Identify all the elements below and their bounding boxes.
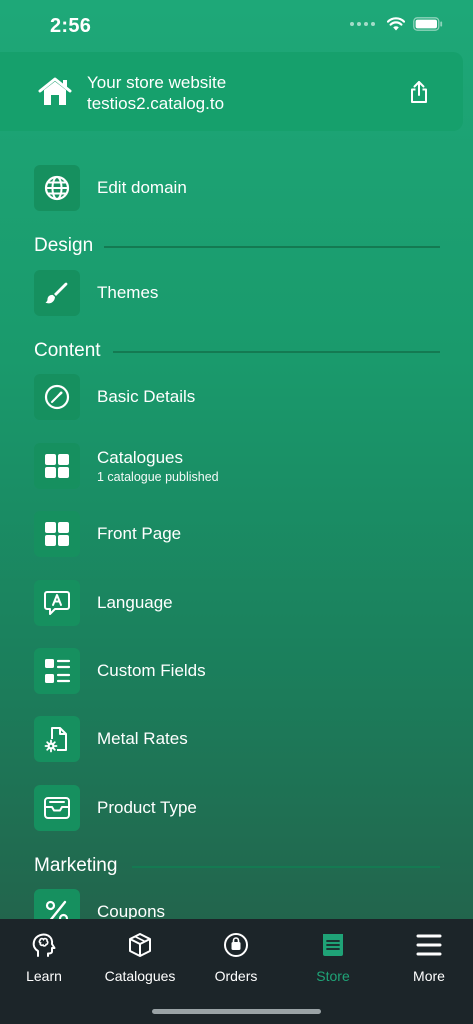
menu-icon bbox=[384, 931, 473, 959]
section-title: Marketing bbox=[34, 855, 118, 876]
menu-item-basic-details[interactable]: Basic Details bbox=[34, 374, 440, 420]
tab-label: Orders bbox=[214, 968, 258, 984]
status-time: 2:56 bbox=[50, 15, 92, 37]
tab-orders[interactable]: Orders bbox=[191, 931, 281, 984]
box-icon bbox=[95, 931, 185, 959]
file-gear-icon bbox=[34, 716, 80, 762]
section-header-marketing: Marketing bbox=[34, 854, 440, 878]
menu-item-edit-domain[interactable]: Edit domain bbox=[34, 165, 440, 211]
section-divider bbox=[104, 246, 440, 248]
menu-item-metal-rates[interactable]: Metal Rates bbox=[34, 716, 440, 762]
section-title: Content bbox=[34, 340, 101, 361]
status-bar: 2:56 bbox=[0, 0, 473, 52]
battery-icon bbox=[413, 17, 443, 31]
bag-icon bbox=[191, 931, 281, 959]
menu-item-title: Basic Details bbox=[97, 387, 196, 406]
tab-label: Catalogues bbox=[104, 968, 176, 984]
share-icon[interactable] bbox=[409, 80, 429, 104]
menu-item-themes[interactable]: Themes bbox=[34, 270, 440, 316]
section-divider bbox=[113, 351, 440, 353]
menu-item-catalogues[interactable]: Catalogues 1 catalogue published bbox=[34, 443, 440, 489]
brain-icon bbox=[0, 931, 89, 959]
status-icons bbox=[350, 17, 443, 31]
section-divider bbox=[132, 866, 440, 868]
tab-label: Learn bbox=[26, 968, 62, 984]
menu-item-title: Catalogues bbox=[97, 448, 184, 467]
tab-label: More bbox=[413, 968, 445, 984]
signal-icon bbox=[350, 22, 375, 26]
menu-item-product-type[interactable]: Product Type bbox=[34, 785, 440, 831]
wifi-icon bbox=[387, 17, 405, 31]
section-header-content: Content bbox=[34, 339, 440, 363]
menu-item-custom-fields[interactable]: Custom Fields bbox=[34, 648, 440, 694]
home-icon bbox=[38, 77, 72, 105]
store-website-card[interactable]: Your store website testios2.catalog.to bbox=[0, 52, 463, 131]
globe-icon bbox=[34, 165, 80, 211]
tab-more[interactable]: More bbox=[384, 931, 473, 984]
tab-label: Store bbox=[316, 968, 350, 984]
store-website-label: Your store website bbox=[87, 73, 227, 92]
menu-item-subtitle: 1 catalogue published bbox=[97, 470, 219, 484]
brush-icon bbox=[34, 270, 80, 316]
grid-icon bbox=[34, 511, 80, 557]
home-indicator[interactable] bbox=[152, 1009, 321, 1014]
menu-item-language[interactable]: Language bbox=[34, 580, 440, 626]
section-header-design: Design bbox=[34, 234, 440, 258]
menu-item-title: Product Type bbox=[97, 798, 197, 817]
tab-catalogues[interactable]: Catalogues bbox=[95, 931, 185, 984]
menu-item-title: Custom Fields bbox=[97, 661, 206, 680]
menu-item-title: Language bbox=[97, 593, 173, 612]
menu-item-title: Themes bbox=[97, 283, 159, 302]
menu-item-title: Edit domain bbox=[97, 178, 187, 197]
store-website-url[interactable]: testios2.catalog.to bbox=[87, 93, 224, 114]
tab-store[interactable]: Store bbox=[288, 931, 378, 984]
list-icon bbox=[34, 648, 80, 694]
menu-item-title: Metal Rates bbox=[97, 729, 188, 748]
grid-icon bbox=[34, 443, 80, 489]
compass-icon bbox=[34, 374, 80, 420]
tray-icon bbox=[34, 785, 80, 831]
menu-item-front-page[interactable]: Front Page bbox=[34, 511, 440, 557]
language-icon bbox=[34, 580, 80, 626]
tab-learn[interactable]: Learn bbox=[0, 931, 89, 984]
store-icon bbox=[288, 931, 378, 959]
menu-item-title: Front Page bbox=[97, 524, 182, 543]
section-title: Design bbox=[34, 235, 94, 256]
